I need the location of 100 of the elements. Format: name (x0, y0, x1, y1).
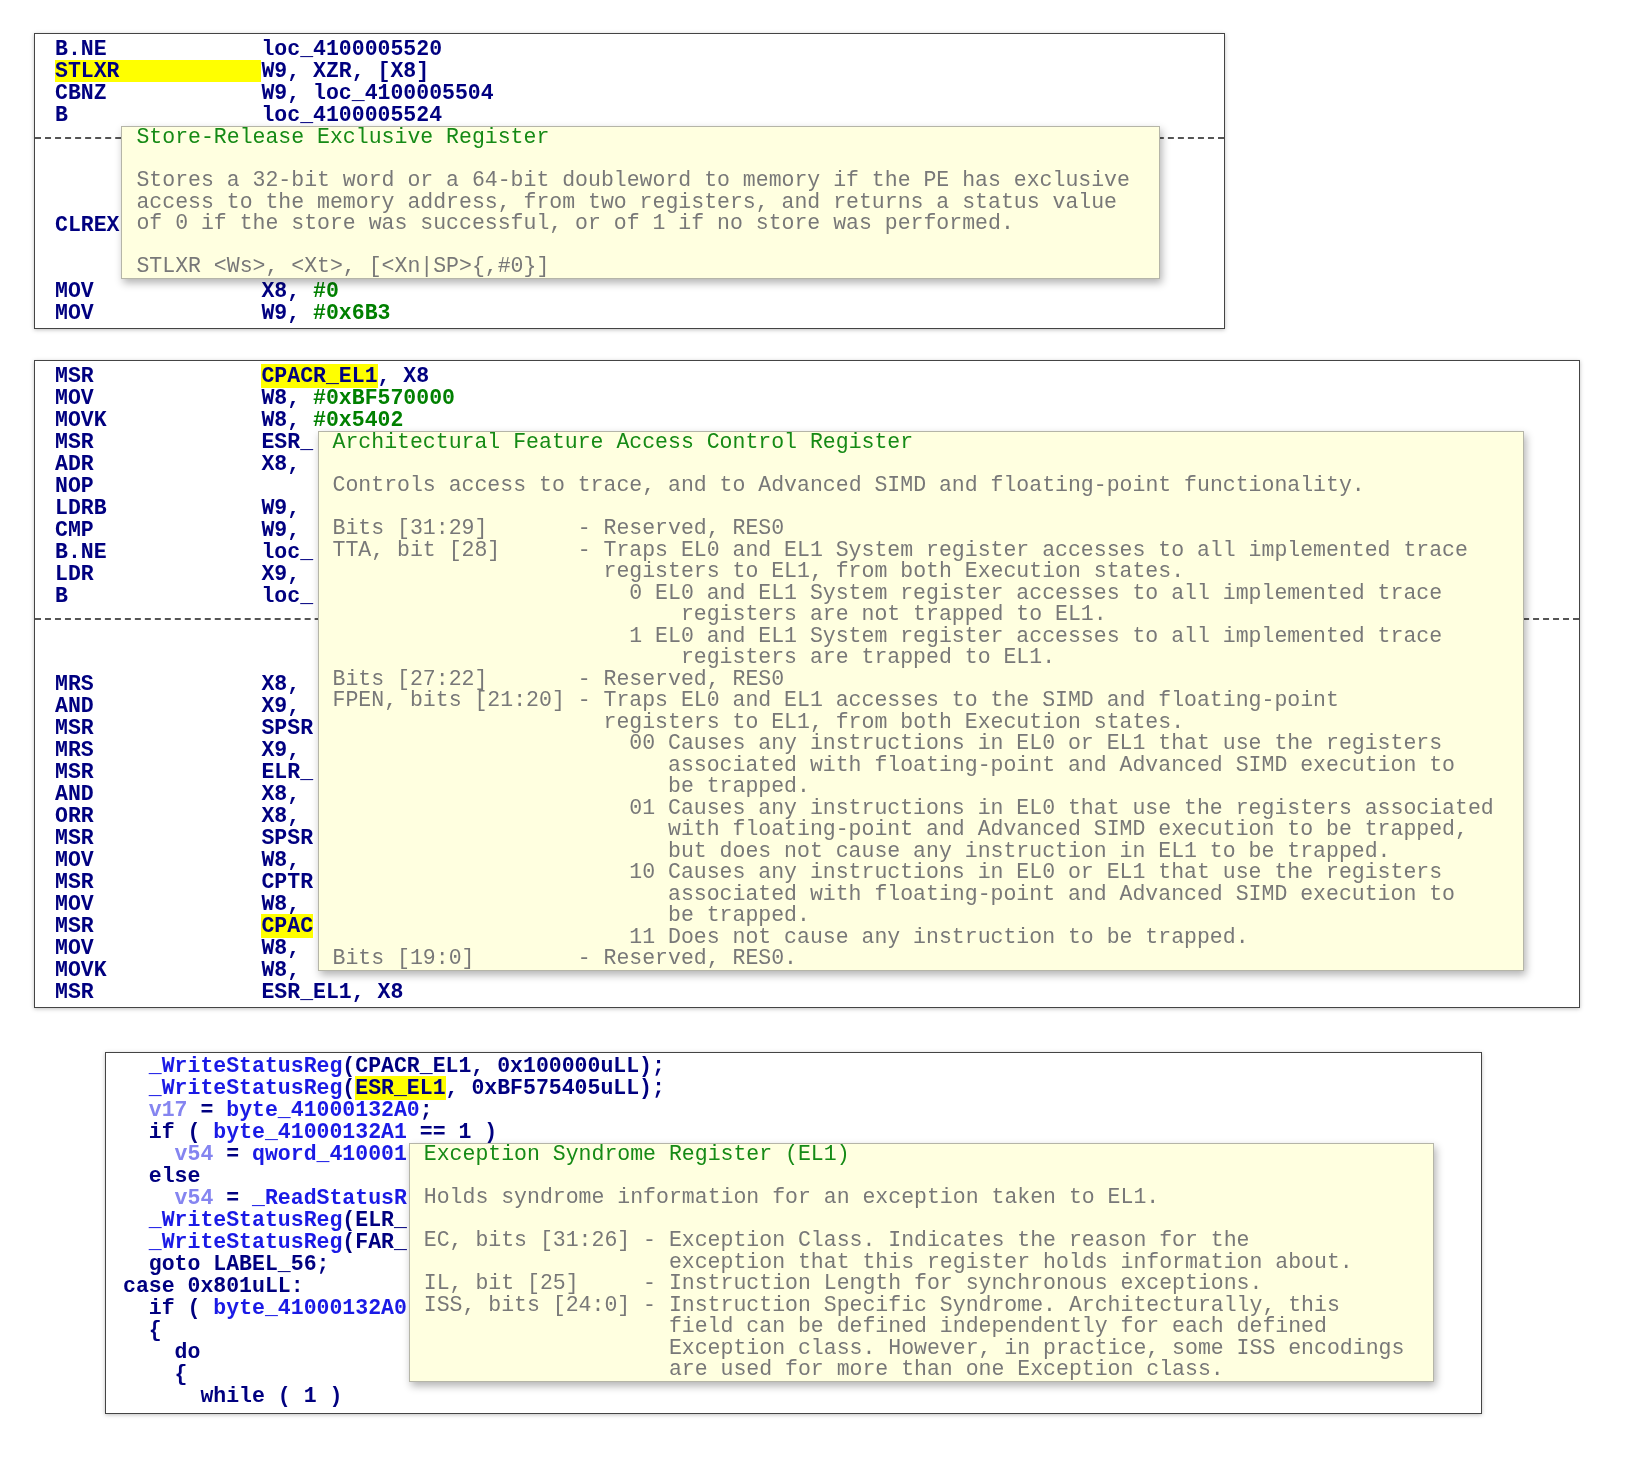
mnemonic: MSR (55, 431, 95, 453)
mnemonic: MOV (55, 387, 95, 409)
field-description: - Reserved, RES0 (577, 518, 785, 540)
code-line: _WriteStatusReg(ESR_EL1, 0xBF575405uLL); (147, 1077, 665, 1099)
mnemonic: ORR (55, 805, 95, 827)
operands: W8, (261, 959, 301, 981)
mnemonic: MRS (55, 673, 95, 695)
value-code: 01 (629, 797, 656, 822)
operands: X8, (261, 805, 301, 827)
field-name: Bits [31:29] (332, 518, 488, 540)
value-code: 10 (629, 862, 656, 886)
mnemonic: CMP (55, 519, 95, 541)
tooltip-title: Store-Release Exclusive Register (136, 127, 551, 149)
value-code: 11 (629, 926, 656, 948)
syntax-text: STLXR <Ws>, <Xt>, [<Xn|SP>{,#0}] (136, 256, 551, 278)
code-line: else (147, 1165, 201, 1187)
code-line: while ( 1 ) (199, 1385, 343, 1407)
code-line: if ( byte_41000132A0 (147, 1297, 407, 1319)
tooltip-title: Exception Syndrome Register (EL1) (423, 1144, 851, 1166)
operands: X9, (261, 563, 301, 585)
operands: W8, (261, 937, 301, 959)
operands: loc_ (261, 541, 314, 563)
code-line: _WriteStatusReg(ELR_ (147, 1209, 407, 1231)
operands: X9, (261, 739, 301, 761)
field-description: - Instruction Length for synchronous exceptions. (643, 1273, 1263, 1295)
mnemonic: MOVK (55, 409, 108, 431)
code-line: goto LABEL_56; (147, 1253, 330, 1275)
mnemonic: B (55, 585, 69, 607)
value-description: Causes any instructions in EL0 or EL1 that use the registers associated with floating-point and Advanced SIMD execution to be trapped. (668, 733, 1455, 798)
mnemonic: MSR (55, 717, 95, 739)
mnemonic: LDR (55, 563, 95, 585)
operands: SPSR (261, 717, 314, 739)
mnemonic: MRS (55, 739, 95, 761)
mnemonic: MOVK (55, 959, 108, 981)
mnemonic: MSR (55, 365, 95, 387)
operands: X8, (261, 783, 301, 805)
code-line: do (173, 1341, 201, 1363)
mnemonic: MSR (55, 871, 95, 893)
operands: X8, (261, 673, 301, 695)
mnemonic: CBNZ (55, 82, 108, 104)
value-description: Causes any instructions in EL0 that use the registers associated with floating-point and Advanced SIMD execution to be trapped, but does not cause any instruction in EL1 to be trapped. (668, 797, 1494, 862)
field-description: - Traps EL0 and EL1 System register accesses to all implemented trace registers to EL1, from both Execution states. (577, 539, 1468, 583)
mnemonic: MOV (55, 302, 95, 324)
mnemonic: LDRB (55, 497, 108, 519)
operands: loc_ (261, 585, 314, 607)
operands: SPSR (261, 827, 314, 849)
code-line: v17 = byte_41000132A0; (147, 1099, 433, 1121)
mnemonic: MOV (55, 280, 95, 302)
value-code: 0 (629, 582, 643, 607)
operands: W8, (261, 893, 301, 915)
code-line: { (147, 1319, 162, 1341)
field-name: FPEN, bits [21:20] (332, 690, 566, 714)
mnemonic: ADR (55, 453, 95, 475)
operands: loc_4100005520 (261, 38, 443, 60)
mnemonic: MOV (55, 849, 95, 871)
operands: X9, (261, 695, 301, 717)
operands: W9, loc_4100005504 (261, 82, 494, 104)
mnemonic: CLREX (55, 214, 120, 236)
mnemonic: B (55, 104, 69, 126)
code-line: if ( byte_41000132A1 == 1 ) (147, 1121, 498, 1143)
operands: CPAC (261, 915, 314, 937)
operands: W8, #0x5402 (261, 409, 404, 431)
field-description: - Reserved, RES0 (577, 668, 785, 690)
code-line: v54 = qword_410001 (173, 1143, 407, 1165)
code-line: _WriteStatusReg(CPACR_EL1, 0x100000uLL); (147, 1055, 665, 1077)
value-description: EL0 and EL1 System register accesses to all implemented trace registers are not trapped to EL1. (655, 582, 1443, 626)
tooltip-description: Holds syndrome information for an exception taken to EL1. (423, 1187, 1161, 1209)
mnemonic: MSR (55, 827, 95, 849)
value-description: Does not cause any instruction to be trapped. (668, 926, 1249, 948)
operands: loc_4100005524 (261, 104, 443, 126)
operands: W9, XZR, [X8] (261, 60, 430, 82)
mnemonic: NOP (55, 475, 94, 497)
mnemonic: B.NE (55, 38, 108, 60)
mnemonic: STLXR (55, 60, 262, 82)
mnemonic: MOV (55, 893, 95, 915)
operands: X8, #0 (261, 280, 339, 302)
field-description: - Instruction Specific Syndrome. Architecturally, this field can be defined independently for each defined Exception class. However, in practice, some ISS encodings are used for more than one Exception class. (643, 1294, 1405, 1381)
field-name: Bits [27:22] (332, 668, 488, 690)
code-line: case 0x801uLL: (123, 1275, 304, 1297)
mnemonic: MSR (55, 981, 95, 1003)
operands: ESR_EL1, X8 (261, 981, 404, 1003)
field-name: IL, bit [25] (423, 1273, 579, 1295)
operands: CPACR_EL1, X8 (261, 365, 430, 387)
mnemonic: B.NE (55, 541, 108, 563)
field-name: TTA, bit [28] (332, 539, 502, 564)
tooltip-description: Stores a 32-bit word or a 64-bit doubleword to memory if the PE has exclusive access to the memory address, from two registers, and returns a status value of 0 if the store was successful, or of 1 if no store was performed. (136, 170, 1130, 235)
mnemonic: MOV (55, 937, 95, 959)
field-name: ISS, bits [24:0] (423, 1294, 632, 1319)
operands: W8, #0xBF570000 (261, 387, 455, 409)
code-line: v54 = _ReadStatusR (173, 1187, 407, 1209)
tooltip-title: Architectural Feature Access Control Register (332, 432, 915, 454)
value-code: 1 (629, 625, 643, 650)
operands: W9, #0x6B3 (261, 302, 391, 324)
operands: W9, (261, 497, 301, 519)
operands: X8, (261, 453, 301, 475)
operands: CPTR (261, 871, 314, 893)
operands: W8, (261, 849, 301, 871)
field-name: EC, bits [31:26] (423, 1230, 632, 1254)
field-description: - Traps EL0 and EL1 accesses to the SIMD and floating-point registers to EL1, from both Execution states. (577, 690, 1339, 733)
value-description: Causes any instructions in EL0 or EL1 that use the registers associated with floating-point and Advanced SIMD execution to be trapped. (668, 862, 1455, 927)
